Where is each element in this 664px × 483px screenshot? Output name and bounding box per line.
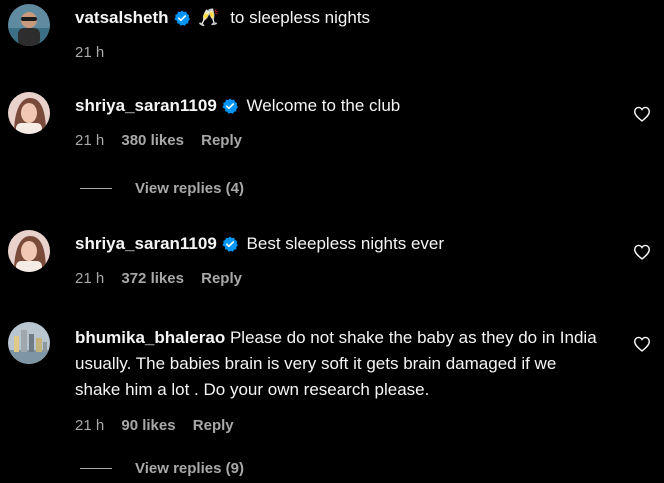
avatar[interactable] — [8, 4, 50, 46]
reply-button[interactable]: Reply — [201, 270, 242, 287]
likes-count[interactable]: 380 likes — [121, 132, 184, 149]
view-replies-button[interactable]: View replies (4) — [80, 180, 244, 197]
verified-badge-icon — [173, 10, 190, 26]
divider — [80, 188, 112, 189]
comment-text-line: shriya_saran1109 Best sleepless nights e… — [75, 231, 604, 257]
comment-text: to sleepless nights — [230, 8, 371, 27]
comment-time[interactable]: 21 h — [75, 44, 104, 61]
likes-count[interactable]: 372 likes — [121, 270, 184, 287]
view-replies-button[interactable]: View replies (9) — [80, 460, 244, 477]
comment-text-line: shriya_saran1109 Welcome to the club — [75, 93, 604, 119]
verified-badge-icon — [222, 98, 238, 114]
username[interactable]: shriya_saran1109 — [75, 234, 217, 253]
view-replies-label[interactable]: View replies (9) — [135, 460, 244, 477]
view-replies-label[interactable]: View replies (4) — [135, 180, 244, 197]
heart-icon[interactable] — [633, 244, 651, 260]
username[interactable]: bhumika_bhalerao — [75, 328, 225, 347]
comment-text: Best sleepless nights ever — [246, 234, 445, 253]
comment-time[interactable]: 21 h — [75, 132, 104, 149]
heart-icon[interactable] — [633, 336, 651, 352]
avatar[interactable] — [8, 230, 50, 272]
username[interactable]: shriya_saran1109 — [75, 96, 217, 115]
verified-badge-icon — [222, 236, 238, 252]
heart-icon[interactable] — [633, 106, 651, 122]
comment-time[interactable]: 21 h — [75, 417, 104, 434]
username[interactable]: vatsalsheth — [75, 8, 169, 27]
comment-text-line: bhumika_bhalerao Please do not shake the… — [75, 325, 604, 403]
comment-time[interactable]: 21 h — [75, 270, 104, 287]
avatar[interactable] — [8, 92, 50, 134]
likes-count[interactable]: 90 likes — [121, 417, 175, 434]
comment-text: Welcome to the club — [246, 96, 401, 115]
emoji-icon: 🥂 — [198, 8, 220, 27]
divider — [80, 468, 112, 469]
reply-button[interactable]: Reply — [193, 417, 234, 434]
avatar[interactable] — [8, 322, 50, 364]
reply-button[interactable]: Reply — [201, 132, 242, 149]
comment-text-line: vatsalsheth 🥂 to sleepless nights — [75, 5, 604, 31]
